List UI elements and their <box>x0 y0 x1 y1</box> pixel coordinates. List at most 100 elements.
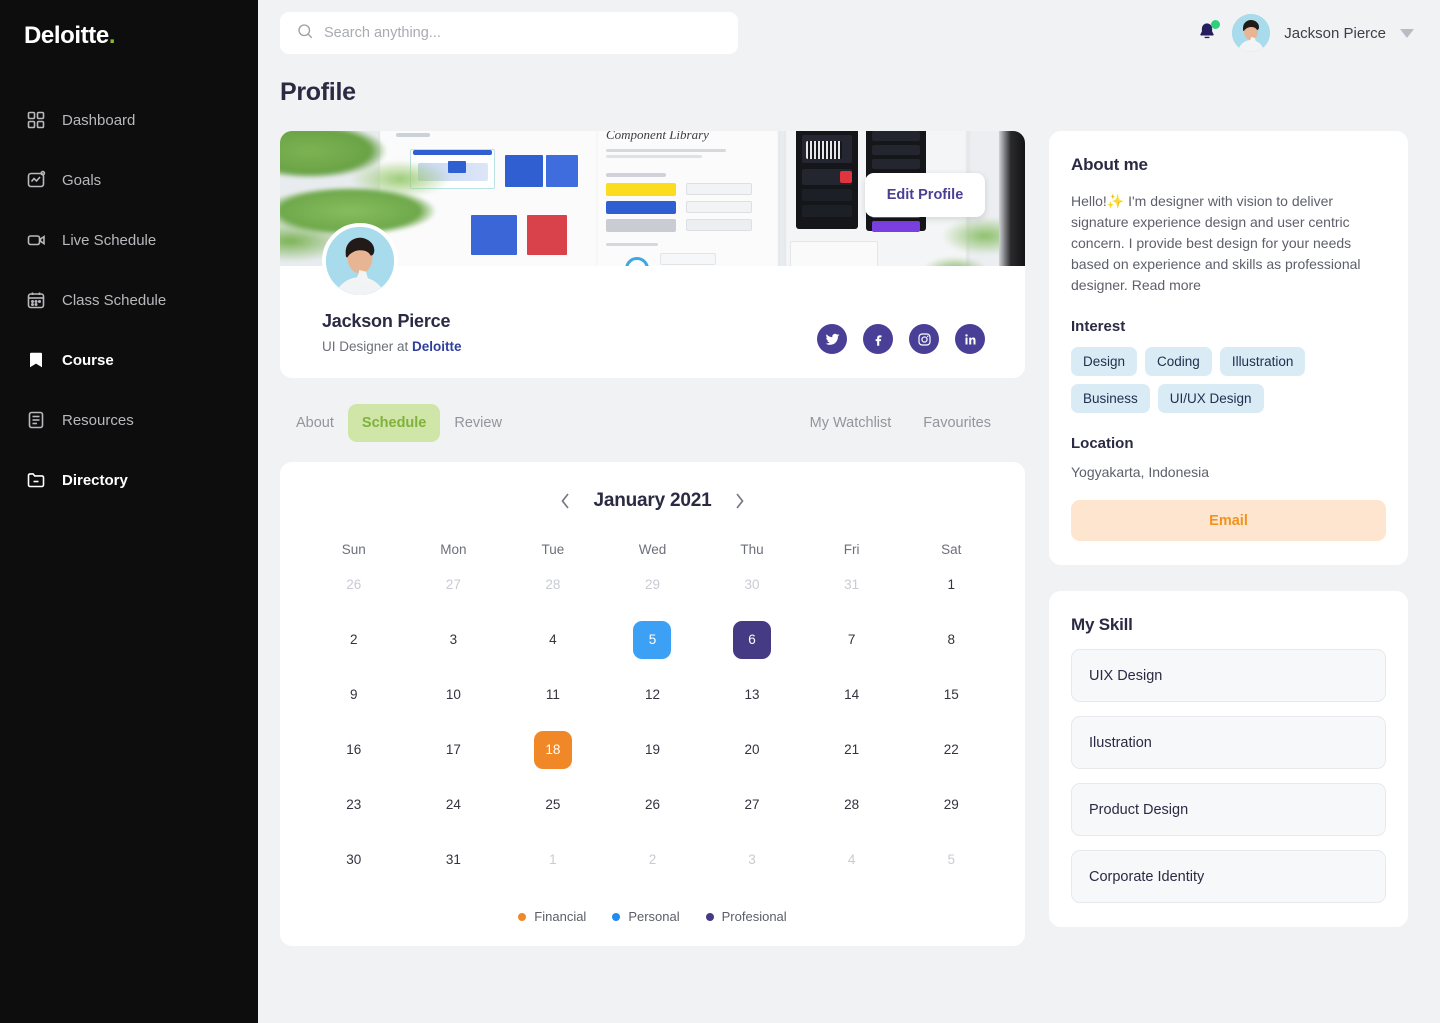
interest-tag[interactable]: UI/UX Design <box>1157 384 1264 413</box>
calendar-day[interactable]: 1 <box>534 841 572 879</box>
calendar-day[interactable]: 14 <box>833 676 871 714</box>
search-input[interactable] <box>324 25 722 41</box>
profile-avatar[interactable] <box>322 223 398 299</box>
notification-bell-icon[interactable] <box>1196 20 1221 45</box>
schedule-calendar: January 2021 Sun Mon Tue Wed Thu Fri Sat 26 27 28… <box>280 462 1025 946</box>
legend-item: Personal <box>612 909 680 924</box>
calendar-cell: 6 <box>702 612 802 667</box>
calendar-day[interactable]: 13 <box>733 676 771 714</box>
calendar-day[interactable]: 24 <box>434 786 472 824</box>
calendar-day[interactable]: 28 <box>534 566 572 604</box>
search-box[interactable] <box>280 12 738 54</box>
prev-month-icon[interactable] <box>560 492 571 510</box>
email-button[interactable]: Email <box>1071 500 1386 541</box>
calendar-day[interactable]: 28 <box>833 786 871 824</box>
calendar-month-label: January 2021 <box>593 490 712 511</box>
calendar-day[interactable]: 29 <box>633 566 671 604</box>
calendar-day[interactable]: 31 <box>434 841 472 879</box>
interest-tag[interactable]: Illustration <box>1219 347 1306 376</box>
skill-item[interactable]: UIX Design <box>1071 649 1386 702</box>
about-me-title: About me <box>1071 155 1148 174</box>
calendar-cell: 9 <box>304 667 404 722</box>
calendar-day[interactable]: 29 <box>932 786 970 824</box>
calendar-day[interactable]: 15 <box>932 676 970 714</box>
calendar-day[interactable]: 22 <box>932 731 970 769</box>
calendar-day[interactable]: 27 <box>733 786 771 824</box>
calendar-day[interactable]: 3 <box>733 841 771 879</box>
calendar-day[interactable]: 25 <box>534 786 572 824</box>
sidebar: Deloitte. Dashboard Goals Live Schedule Cla… <box>0 0 258 1023</box>
interest-tags: Design Coding Illustration Business UI/UX De… <box>1071 347 1386 413</box>
calendar-day[interactable]: 11 <box>534 676 572 714</box>
sidebar-item-course[interactable]: Course <box>0 330 258 390</box>
chart-goal-icon <box>26 170 46 190</box>
legend-dot-icon <box>518 912 527 921</box>
sidebar-item-class-schedule[interactable]: Class Schedule <box>0 270 258 330</box>
sidebar-item-label: Class Schedule <box>62 291 167 309</box>
calendar-day[interactable]: 30 <box>733 566 771 604</box>
interest-tag[interactable]: Coding <box>1145 347 1212 376</box>
app-root: Deloitte. Dashboard Goals Live Schedule Cla… <box>0 0 1440 1023</box>
tab-schedule[interactable]: Schedule <box>347 404 441 442</box>
calendar-day[interactable]: 20 <box>733 731 771 769</box>
profile-company[interactable]: Deloitte <box>412 339 462 354</box>
brand-logo[interactable]: Deloitte. <box>0 18 258 50</box>
tab-review[interactable]: Review <box>440 404 516 442</box>
tab-favourites[interactable]: Favourites <box>923 404 991 442</box>
avatar[interactable] <box>1232 14 1271 52</box>
calendar-day[interactable]: 4 <box>833 841 871 879</box>
calendar-day[interactable]: 27 <box>434 566 472 604</box>
my-skill-card: My Skill UIX Design Ilustration Product De… <box>1049 591 1408 927</box>
skill-item[interactable]: Product Design <box>1071 783 1386 836</box>
chevron-down-icon[interactable] <box>1400 28 1414 38</box>
linkedin-icon[interactable] <box>955 324 985 354</box>
skill-item[interactable]: Ilustration <box>1071 716 1386 769</box>
calendar-day[interactable]: 9 <box>335 676 373 714</box>
sidebar-item-goals[interactable]: Goals <box>0 150 258 210</box>
facebook-icon[interactable] <box>863 324 893 354</box>
calendar-day[interactable]: 8 <box>932 621 970 659</box>
calendar-day[interactable]: 5 <box>932 841 970 879</box>
skill-item[interactable]: Corporate Identity <box>1071 850 1386 903</box>
calendar-day[interactable]: 3 <box>434 621 472 659</box>
calendar-day[interactable]: 31 <box>833 566 871 604</box>
calendar-day[interactable]: 18 <box>533 730 572 769</box>
calendar-cell: 28 <box>503 557 603 612</box>
interest-tag[interactable]: Design <box>1071 347 1138 376</box>
calendar-cell: 2 <box>304 612 404 667</box>
calendar-cell: 12 <box>603 667 703 722</box>
edit-profile-button[interactable]: Edit Profile <box>865 173 985 217</box>
calendar-day[interactable]: 26 <box>633 786 671 824</box>
calendar-day[interactable]: 12 <box>633 676 671 714</box>
calendar-day[interactable]: 7 <box>833 621 871 659</box>
calendar-day[interactable]: 2 <box>335 621 373 659</box>
calendar-cell: 21 <box>802 722 902 777</box>
sidebar-item-live-schedule[interactable]: Live Schedule <box>0 210 258 270</box>
calendar-day[interactable]: 17 <box>434 731 472 769</box>
calendar-day[interactable]: 26 <box>335 566 373 604</box>
calendar-day[interactable]: 19 <box>633 731 671 769</box>
sidebar-item-resources[interactable]: Resources <box>0 390 258 450</box>
sidebar-item-directory[interactable]: Directory <box>0 450 258 510</box>
sidebar-item-dashboard[interactable]: Dashboard <box>0 90 258 150</box>
calendar-day[interactable]: 2 <box>633 841 671 879</box>
interest-tag[interactable]: Business <box>1071 384 1150 413</box>
next-month-icon[interactable] <box>734 492 745 510</box>
calendar-day[interactable]: 1 <box>932 566 970 604</box>
calendar-day[interactable]: 30 <box>335 841 373 879</box>
twitter-icon[interactable] <box>817 324 847 354</box>
calendar-day[interactable]: 4 <box>534 621 572 659</box>
user-name[interactable]: Jackson Pierce <box>1284 25 1386 42</box>
calendar-day[interactable]: 5 <box>633 620 672 659</box>
calendar-day[interactable]: 16 <box>335 731 373 769</box>
calendar-day[interactable]: 10 <box>434 676 472 714</box>
tab-about[interactable]: About <box>282 404 348 442</box>
social-links <box>817 324 985 354</box>
location-title: Location <box>1071 435 1134 452</box>
calendar-cell: 29 <box>901 777 1001 832</box>
calendar-day[interactable]: 6 <box>733 620 772 659</box>
calendar-day[interactable]: 23 <box>335 786 373 824</box>
instagram-icon[interactable] <box>909 324 939 354</box>
calendar-day[interactable]: 21 <box>833 731 871 769</box>
tab-my-watchlist[interactable]: My Watchlist <box>810 404 892 442</box>
